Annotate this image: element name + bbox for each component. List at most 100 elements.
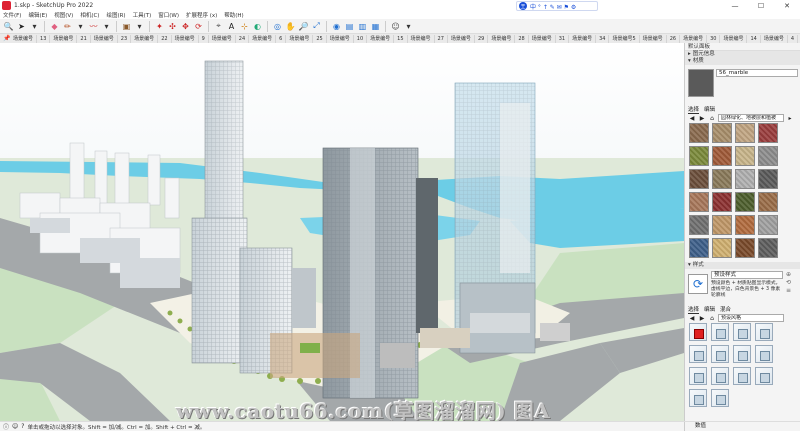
user-icon[interactable]: ☺ bbox=[12, 423, 18, 430]
scene-tab[interactable]: 场景编号 bbox=[91, 34, 118, 43]
tab-materials-1[interactable]: 编辑 bbox=[704, 105, 715, 113]
scene-tab[interactable]: 26 bbox=[667, 34, 681, 43]
materials-header[interactable]: ▾ 材质 bbox=[685, 58, 800, 65]
section-icon[interactable]: ◐ bbox=[252, 21, 263, 32]
material-tile[interactable] bbox=[758, 192, 778, 212]
menu-item-1[interactable]: 编辑(E) bbox=[28, 11, 47, 19]
style-thumbnail[interactable] bbox=[711, 345, 729, 363]
info-icon[interactable]: ⓘ bbox=[3, 422, 9, 431]
scene-tab[interactable]: 6 bbox=[276, 34, 287, 43]
style-thumbnail[interactable] bbox=[711, 323, 729, 341]
scene-tab[interactable]: 场景编号 bbox=[367, 34, 395, 43]
scene-tab[interactable]: 28 bbox=[515, 34, 529, 43]
scene-tab[interactable]: 23 bbox=[118, 34, 132, 43]
style-thumbnail[interactable] bbox=[689, 345, 707, 363]
magnify-icon[interactable]: 🔍 bbox=[3, 21, 14, 32]
scene-tab[interactable]: 34 bbox=[596, 34, 610, 43]
scene-tab[interactable]: 场景编号 bbox=[327, 34, 354, 43]
scene-tab[interactable]: 27 bbox=[435, 34, 448, 43]
tab-materials-0[interactable]: 选择 bbox=[688, 105, 700, 114]
eraser-icon[interactable]: ◆ bbox=[49, 21, 60, 32]
minimize-button[interactable]: — bbox=[722, 0, 748, 11]
style-thumbnail[interactable] bbox=[711, 389, 729, 407]
scene-tab[interactable]: 场景编号 bbox=[50, 34, 78, 43]
scene-tab[interactable]: 24 bbox=[236, 34, 250, 43]
scene-tab[interactable]: 15 bbox=[394, 34, 408, 43]
account-dropdown-icon[interactable]: ▾ bbox=[403, 21, 414, 32]
freehand-dropdown-icon[interactable]: ▾ bbox=[101, 21, 112, 32]
line-dropdown-icon[interactable]: ▾ bbox=[75, 21, 86, 32]
zoom-extents-icon[interactable]: ⤢ bbox=[311, 21, 322, 32]
material-tile[interactable] bbox=[712, 169, 732, 189]
material-tile[interactable] bbox=[758, 238, 778, 258]
scene-tab[interactable]: 场景编号 bbox=[529, 34, 556, 43]
scene-tab[interactable]: 25 bbox=[313, 34, 327, 43]
material-tile[interactable] bbox=[758, 123, 778, 143]
material-library-select[interactable]: 园林绿化、地被层和植被 bbox=[718, 114, 784, 122]
menu-item-4[interactable]: 绘图(R) bbox=[106, 11, 125, 19]
create-style-icon[interactable]: ⊕ bbox=[786, 271, 796, 278]
style-thumbnail[interactable] bbox=[689, 323, 707, 341]
scene-tab[interactable]: 场景编号 bbox=[569, 34, 597, 43]
menu-item-0[interactable]: 文件(F) bbox=[3, 11, 21, 19]
style-library-select[interactable]: 预设风格 bbox=[718, 314, 784, 322]
user-account-icon[interactable]: ☺ bbox=[390, 21, 401, 32]
scene-tab[interactable]: 场景编号 bbox=[488, 34, 516, 43]
material-tile[interactable] bbox=[735, 123, 755, 143]
style-thumbnail[interactable] bbox=[711, 367, 729, 385]
scene-tab[interactable]: 场景编号 bbox=[640, 34, 667, 43]
material-tile[interactable] bbox=[689, 123, 709, 143]
scene-tab[interactable]: 场景编号 bbox=[448, 34, 475, 43]
scene-tab[interactable]: 场景编号5 bbox=[609, 34, 640, 43]
menu-item-5[interactable]: 工具(T) bbox=[133, 11, 152, 19]
pencil-icon[interactable]: ✏ bbox=[62, 21, 73, 32]
push-pull-icon[interactable]: ✦ bbox=[154, 21, 165, 32]
material-tile[interactable] bbox=[735, 192, 755, 212]
material-tile[interactable] bbox=[758, 146, 778, 166]
move-icon[interactable]: ✥ bbox=[180, 21, 191, 32]
menu-item-3[interactable]: 相机(C) bbox=[80, 11, 99, 19]
material-tile[interactable] bbox=[689, 238, 709, 258]
ime-controls[interactable]: 中 ° ↑ ✎ ✉ ⚑ ⚙ bbox=[530, 2, 576, 11]
zoom-icon[interactable]: 🔎 bbox=[298, 21, 309, 32]
scene-tab[interactable]: 场景编号 bbox=[131, 34, 159, 43]
layout-icon[interactable]: ▥ bbox=[357, 21, 368, 32]
scene-tab[interactable]: 21 bbox=[77, 34, 91, 43]
style-update-icon[interactable]: ⟳ bbox=[688, 274, 708, 294]
style-thumbnail[interactable] bbox=[755, 323, 773, 341]
tab-styles-0[interactable]: 选择 bbox=[688, 305, 700, 314]
ime-toolbar[interactable]: 王 中 ° ↑ ✎ ✉ ⚑ ⚙ bbox=[516, 1, 598, 11]
style-thumbnail[interactable] bbox=[689, 367, 707, 385]
back-icon[interactable]: ◀ bbox=[688, 114, 696, 122]
scene-tab[interactable]: 场景编号 bbox=[10, 34, 38, 43]
entity-info-header[interactable]: ▸ 图元信息 bbox=[685, 51, 800, 58]
material-tile[interactable] bbox=[689, 215, 709, 235]
model-viewport[interactable]: www.caotu66.com(草图溜溜网) 图A bbox=[0, 43, 684, 421]
maximize-button[interactable]: ☐ bbox=[748, 0, 774, 11]
scene-tab[interactable]: 场景编号 bbox=[286, 34, 314, 43]
material-tile[interactable] bbox=[735, 169, 755, 189]
pan-icon[interactable]: ✋ bbox=[285, 21, 296, 32]
orbit-icon[interactable]: ◎ bbox=[272, 21, 283, 32]
style-home-icon[interactable]: ⌂ bbox=[708, 314, 716, 322]
home-icon[interactable]: ⌂ bbox=[708, 114, 716, 122]
material-tile[interactable] bbox=[712, 238, 732, 258]
tape-icon[interactable]: ⌖ bbox=[213, 21, 224, 32]
scene-tab[interactable]: 10 bbox=[354, 34, 368, 43]
menu-item-7[interactable]: 扩展程序 (x) bbox=[186, 11, 217, 19]
tab-styles-2[interactable]: 混合 bbox=[720, 305, 731, 313]
style-thumbnail[interactable] bbox=[733, 345, 751, 363]
style-builder-icon[interactable]: ▦ bbox=[370, 21, 381, 32]
scene-tab[interactable]: 22 bbox=[158, 34, 172, 43]
material-tile[interactable] bbox=[735, 146, 755, 166]
material-swatch[interactable] bbox=[688, 69, 714, 97]
scene-tab[interactable]: 场景编号 bbox=[761, 34, 788, 43]
material-tile[interactable] bbox=[689, 146, 709, 166]
measurements-box[interactable]: 数值 bbox=[684, 422, 800, 431]
menu-item-8[interactable]: 帮助(H) bbox=[224, 11, 243, 19]
close-button[interactable]: ✕ bbox=[774, 0, 800, 11]
style-thumbnail[interactable] bbox=[733, 323, 751, 341]
material-tile[interactable] bbox=[712, 146, 732, 166]
text-icon[interactable]: A bbox=[226, 21, 237, 32]
material-tile[interactable] bbox=[712, 192, 732, 212]
